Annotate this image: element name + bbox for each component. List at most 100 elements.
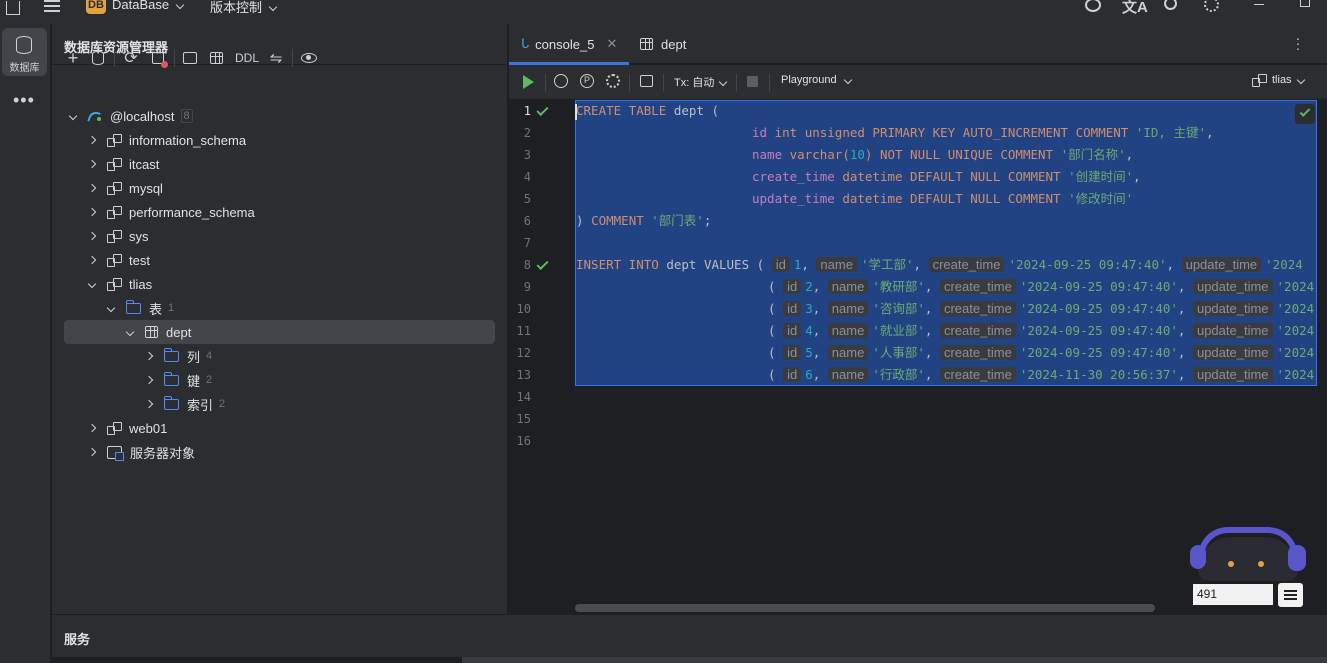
ddl-button[interactable]: DDL — [235, 49, 259, 67]
title-bar: DB DataBase 版本控制 文A — [0, 0, 1327, 24]
tab-console-5[interactable]: ᒐ console_5 ✕ — [509, 24, 629, 65]
tree-item[interactable]: test — [87, 248, 150, 272]
tab-options-icon[interactable]: · · · — [1295, 31, 1301, 55]
transaction-mode-dropdown[interactable]: Tx: 自动 — [674, 74, 728, 90]
code-token: 4 — [805, 323, 813, 338]
tree-item[interactable]: tlias — [87, 272, 152, 296]
datasource-properties-icon[interactable] — [90, 49, 106, 67]
tree-item-label: web01 — [129, 420, 168, 436]
folder-icon — [164, 395, 179, 410]
code-token: int unsigned PRIMARY KEY AUTO_INCREMENT … — [767, 125, 1136, 140]
code-token: INSERT INTO — [576, 257, 659, 272]
line-number: 4 — [523, 170, 531, 184]
chevron-down-icon[interactable] — [106, 303, 116, 313]
execute-run-icon[interactable] — [523, 75, 534, 89]
code-token: '2024-09-25 09:47:40' — [1008, 257, 1167, 272]
jump-to-icon[interactable]: ⇋ — [267, 49, 285, 67]
schema-icon — [107, 422, 122, 435]
inspection-ok-icon[interactable] — [1295, 104, 1315, 124]
code-token: , — [1177, 345, 1193, 360]
code-line: CREATE TABLE dept ( — [576, 100, 719, 122]
project-badge[interactable]: DB — [86, 0, 106, 14]
horizontal-scrollbar[interactable] — [575, 604, 1155, 612]
schema-icon — [1252, 74, 1267, 87]
refresh-icon[interactable]: ⟳ — [122, 49, 140, 67]
chevron-right-icon[interactable] — [87, 207, 97, 217]
settings-gear-icon[interactable] — [1204, 0, 1219, 12]
search-icon[interactable] — [1164, 0, 1177, 10]
chevron-right-icon[interactable] — [144, 351, 154, 361]
datasource-selector[interactable]: tlias — [1252, 74, 1305, 87]
tree-item[interactable]: web01 — [87, 416, 167, 440]
counter-input[interactable]: 491 — [1193, 584, 1273, 605]
tree-item[interactable]: 列4 — [144, 344, 212, 368]
chevron-right-icon[interactable] — [87, 183, 97, 193]
tree-item[interactable]: 键2 — [144, 368, 212, 392]
table-view-icon[interactable] — [208, 49, 224, 67]
ai-assistant-icon[interactable] — [1085, 0, 1101, 12]
tree-item-label: dept — [166, 324, 192, 340]
chevron-right-icon[interactable] — [144, 375, 154, 385]
param-hint: create_time — [939, 301, 1016, 316]
chevron-right-icon[interactable] — [144, 399, 154, 409]
param-hint: create_time — [928, 257, 1005, 272]
tree-item[interactable]: information_schema — [87, 128, 246, 152]
minimize-icon[interactable] — [1254, 4, 1264, 5]
tree-item[interactable]: performance_schema — [87, 200, 255, 224]
code-token: 2 — [805, 279, 813, 294]
tree-item-label: 索引 — [187, 397, 214, 413]
main-menu-icon[interactable] — [44, 5, 60, 7]
disconnect-icon[interactable] — [150, 49, 168, 68]
more-tools-icon[interactable]: ••• — [13, 91, 35, 109]
chevron-right-icon[interactable] — [87, 159, 97, 169]
database-tool-button[interactable]: 数据库 — [2, 28, 47, 76]
vcs-menu[interactable]: 版本控制 — [210, 0, 278, 16]
translate-icon[interactable]: 文A — [1122, 0, 1148, 17]
chevron-down-icon[interactable] — [87, 279, 97, 289]
output-panel-icon[interactable] — [640, 75, 653, 87]
code-line: ( id 6, name '行政部', create_time '2024-11-30… — [768, 364, 1314, 386]
chevron-right-icon[interactable] — [87, 447, 97, 457]
view-options-eye-icon[interactable] — [300, 49, 318, 67]
playground-dropdown[interactable]: Playground — [781, 74, 852, 86]
chevron-right-icon[interactable] — [87, 135, 97, 145]
chevron-right-icon[interactable] — [87, 423, 97, 433]
close-tab-icon[interactable]: ✕ — [606, 36, 617, 52]
code-token: id — [752, 125, 768, 140]
code-token: ; — [703, 213, 712, 228]
add-icon[interactable]: + — [64, 48, 82, 68]
tree-item[interactable]: mysql — [87, 176, 163, 200]
chevron-down-icon[interactable] — [125, 327, 135, 337]
explain-plan-icon[interactable]: P — [580, 74, 594, 88]
tree-item-label: mysql — [129, 180, 163, 196]
tree-item[interactable]: itcast — [87, 152, 159, 176]
param-hint: update_time — [1192, 367, 1273, 382]
code-token: , — [924, 301, 940, 316]
line-number: 11 — [516, 324, 531, 338]
query-console-icon[interactable] — [182, 49, 198, 67]
chevron-down-icon[interactable] — [68, 111, 78, 121]
code-token: , — [1133, 169, 1141, 184]
editor-toolbar: P Tx: 自动 Playground tlias — [509, 65, 1327, 100]
settings-icon[interactable] — [606, 74, 620, 88]
stop-icon[interactable] — [747, 76, 758, 87]
tree-item[interactable]: dept — [64, 320, 495, 344]
code-token: 5 — [805, 345, 813, 360]
widget-menu-icon[interactable] — [1278, 583, 1303, 607]
project-name[interactable]: DataBase — [112, 0, 185, 12]
code-token: , — [924, 345, 940, 360]
code-token: 10 — [849, 147, 865, 162]
chevron-right-icon[interactable] — [87, 231, 97, 241]
tree-item[interactable]: 服务器对象 — [87, 440, 195, 464]
tree-item[interactable]: 索引 2 — [144, 392, 225, 416]
chevron-right-icon[interactable] — [87, 255, 97, 265]
history-clock-icon[interactable] — [554, 74, 568, 88]
line-number: 6 — [523, 214, 531, 228]
tree-item[interactable]: 表1 — [106, 296, 174, 320]
tree-item[interactable]: @localhost 8 — [68, 104, 193, 128]
maximize-icon[interactable] — [1300, 0, 1310, 7]
tree-item[interactable]: sys — [87, 224, 149, 248]
tab-dept[interactable]: dept — [640, 24, 686, 64]
code-line: id int unsigned PRIMARY KEY AUTO_INCREME… — [752, 122, 1214, 144]
param-hint: id — [783, 323, 802, 338]
